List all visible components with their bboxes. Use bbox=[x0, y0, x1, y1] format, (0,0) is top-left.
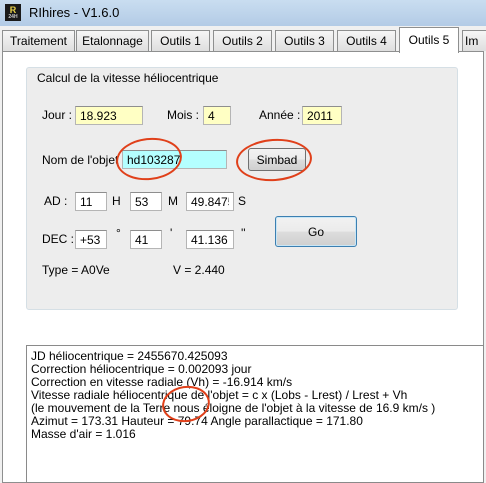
annee-label: Année : bbox=[259, 108, 301, 122]
ad-minutes-unit: M bbox=[168, 194, 178, 208]
ad-seconds-unit: S bbox=[238, 194, 247, 208]
tab-traitement[interactable]: Traitement bbox=[2, 30, 75, 51]
object-name-label: Nom de l'objet : bbox=[42, 153, 125, 167]
go-button[interactable]: Go bbox=[275, 216, 357, 247]
result-line: Masse d'air = 1.016 bbox=[31, 427, 136, 441]
mois-label: Mois : bbox=[167, 108, 200, 122]
object-name-input[interactable] bbox=[122, 150, 227, 169]
ad-label: AD : bbox=[44, 194, 68, 208]
dec-degrees-unit: ° bbox=[116, 226, 121, 240]
ad-hours-unit: H bbox=[112, 194, 121, 208]
title-bar[interactable]: R 24H RIhires - V1.6.0 bbox=[0, 0, 486, 27]
result-line: Vitesse radiale héliocentrique de l'obje… bbox=[31, 388, 408, 402]
tab-im[interactable]: Im bbox=[462, 30, 486, 51]
tab-outils-5[interactable]: Outils 5 bbox=[399, 27, 459, 53]
ad-seconds-input[interactable] bbox=[186, 192, 234, 211]
dec-seconds-input[interactable] bbox=[186, 230, 234, 249]
result-line: JD héliocentrique = 2455670.425093 bbox=[31, 349, 228, 363]
mois-input[interactable] bbox=[203, 106, 231, 125]
magnitude-text: V = 2.440 bbox=[173, 263, 225, 277]
dec-minutes-unit: ' bbox=[170, 226, 173, 240]
ad-hours-input[interactable] bbox=[75, 192, 107, 211]
dec-minutes-input[interactable] bbox=[130, 230, 162, 249]
app-logo-icon: R 24H bbox=[5, 4, 21, 21]
jour-label: Jour : bbox=[42, 108, 73, 122]
simbad-button[interactable]: Simbad bbox=[248, 148, 306, 171]
result-line: Correction héliocentrique = 0.002093 jou… bbox=[31, 362, 252, 376]
dec-degrees-input[interactable] bbox=[75, 230, 107, 249]
results-textarea[interactable]: JD héliocentrique = 2455670.425093 Corre… bbox=[26, 345, 484, 483]
ad-minutes-input[interactable] bbox=[130, 192, 162, 211]
result-line: Azimut = 173.31 Hauteur = 79.74 Angle pa… bbox=[31, 414, 363, 428]
window-client-area: Traitement Etalonnage Outils 1 Outils 2 … bbox=[0, 26, 486, 483]
tab-outils-2[interactable]: Outils 2 bbox=[213, 30, 272, 51]
group-title: Calcul de la vitesse héliocentrique bbox=[35, 71, 221, 85]
annee-input[interactable] bbox=[302, 106, 342, 125]
tab-outils-3[interactable]: Outils 3 bbox=[275, 30, 334, 51]
window-title: RIhires - V1.6.0 bbox=[29, 5, 120, 20]
tab-outils-4[interactable]: Outils 4 bbox=[337, 30, 396, 51]
tab-etalonnage[interactable]: Etalonnage bbox=[76, 30, 149, 51]
dec-seconds-unit: '' bbox=[241, 226, 246, 240]
dec-label: DEC : bbox=[42, 232, 75, 246]
spectral-type-text: Type = A0Ve bbox=[42, 263, 110, 277]
tab-outils-1[interactable]: Outils 1 bbox=[151, 30, 210, 51]
jour-input[interactable] bbox=[75, 106, 143, 125]
result-line: Correction en vitesse radiale (Vh) = -16… bbox=[31, 375, 293, 389]
result-line: (le mouvement de la Terre nous éloigne d… bbox=[31, 401, 436, 415]
